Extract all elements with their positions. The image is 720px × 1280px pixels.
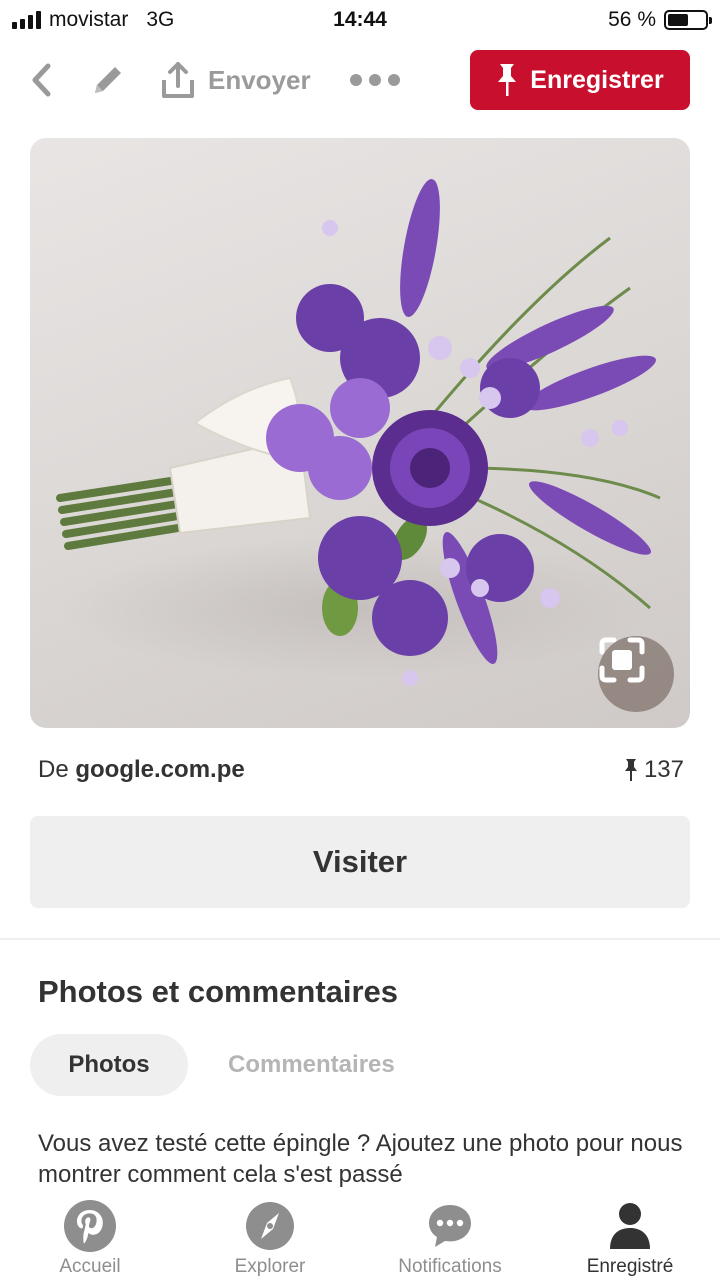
nav-label-home: Accueil	[59, 1256, 121, 1277]
nav-item-notifications[interactable]: Notifications	[360, 1196, 540, 1280]
pin-toolbar: Envoyer Enregistrer	[0, 48, 720, 114]
bottom-nav: Accueil Explorer Notifications Enregistr…	[0, 1196, 720, 1280]
nav-label-explore: Explorer	[234, 1256, 306, 1277]
compass-icon	[246, 1202, 294, 1250]
status-right: 56 %	[608, 8, 712, 32]
more-dot	[388, 74, 400, 86]
chevron-left-icon	[32, 63, 51, 97]
visit-button[interactable]: Visiter	[30, 816, 690, 908]
edit-button[interactable]	[88, 60, 128, 100]
pinterest-logo-icon	[64, 1200, 116, 1252]
source-row: De google.com.pe 137	[38, 752, 684, 788]
pin-source[interactable]: De google.com.pe	[38, 756, 245, 784]
photos-comments-tabs: Photos Commentaires	[30, 1034, 427, 1096]
status-bar: movistar 3G 14:44 56 %	[0, 0, 720, 40]
more-dot	[350, 74, 362, 86]
tab-photos[interactable]: Photos	[30, 1034, 188, 1096]
visual-search-button[interactable]	[598, 636, 674, 712]
save-count-value: 137	[643, 756, 684, 783]
share-icon	[162, 62, 194, 98]
nav-label-saved: Enregistré	[586, 1256, 674, 1277]
source-prefix: De	[38, 756, 69, 783]
share-label: Envoyer	[208, 64, 311, 95]
tab-comments[interactable]: Commentaires	[196, 1034, 427, 1096]
section-divider	[0, 938, 720, 940]
more-options-button[interactable]	[350, 62, 400, 98]
section-title: Photos et commentaires	[38, 974, 399, 1009]
back-button[interactable]	[22, 60, 62, 100]
battery-percent: 56 %	[608, 8, 656, 31]
speech-bubble-icon	[429, 1205, 471, 1247]
save-pin-button[interactable]: Enregistrer	[470, 50, 690, 110]
source-domain: google.com.pe	[75, 756, 245, 783]
nav-item-saved[interactable]: Enregistré	[540, 1196, 720, 1280]
pin-icon	[624, 759, 637, 781]
flower-bouquet-image	[56, 179, 661, 686]
nav-item-home[interactable]: Accueil	[0, 1196, 180, 1280]
share-button[interactable]: Envoyer	[160, 58, 311, 102]
more-dot	[369, 74, 381, 86]
battery-icon	[664, 10, 712, 30]
pin-icon	[498, 64, 517, 96]
person-icon	[610, 1203, 650, 1249]
pin-image[interactable]	[30, 138, 690, 728]
nav-item-explore[interactable]: Explorer	[180, 1196, 360, 1280]
visual-search-icon	[599, 637, 645, 683]
save-count: 137	[624, 756, 684, 784]
pencil-icon	[95, 67, 121, 93]
add-photo-prompt: Vous avez testé cette épingle ? Ajoutez …	[38, 1130, 683, 1188]
nav-label-notifications: Notifications	[398, 1256, 502, 1277]
save-label: Enregistrer	[530, 65, 664, 94]
